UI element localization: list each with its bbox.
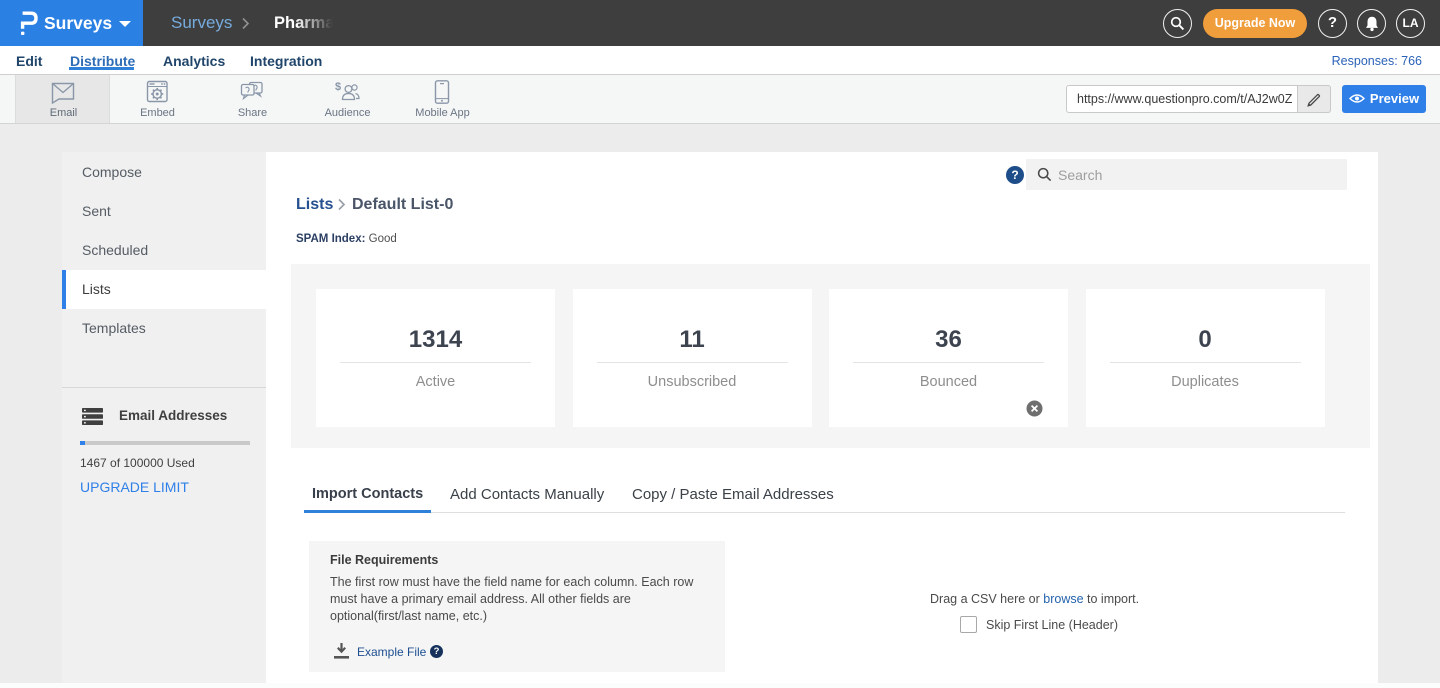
svg-text:$: $	[335, 81, 341, 93]
